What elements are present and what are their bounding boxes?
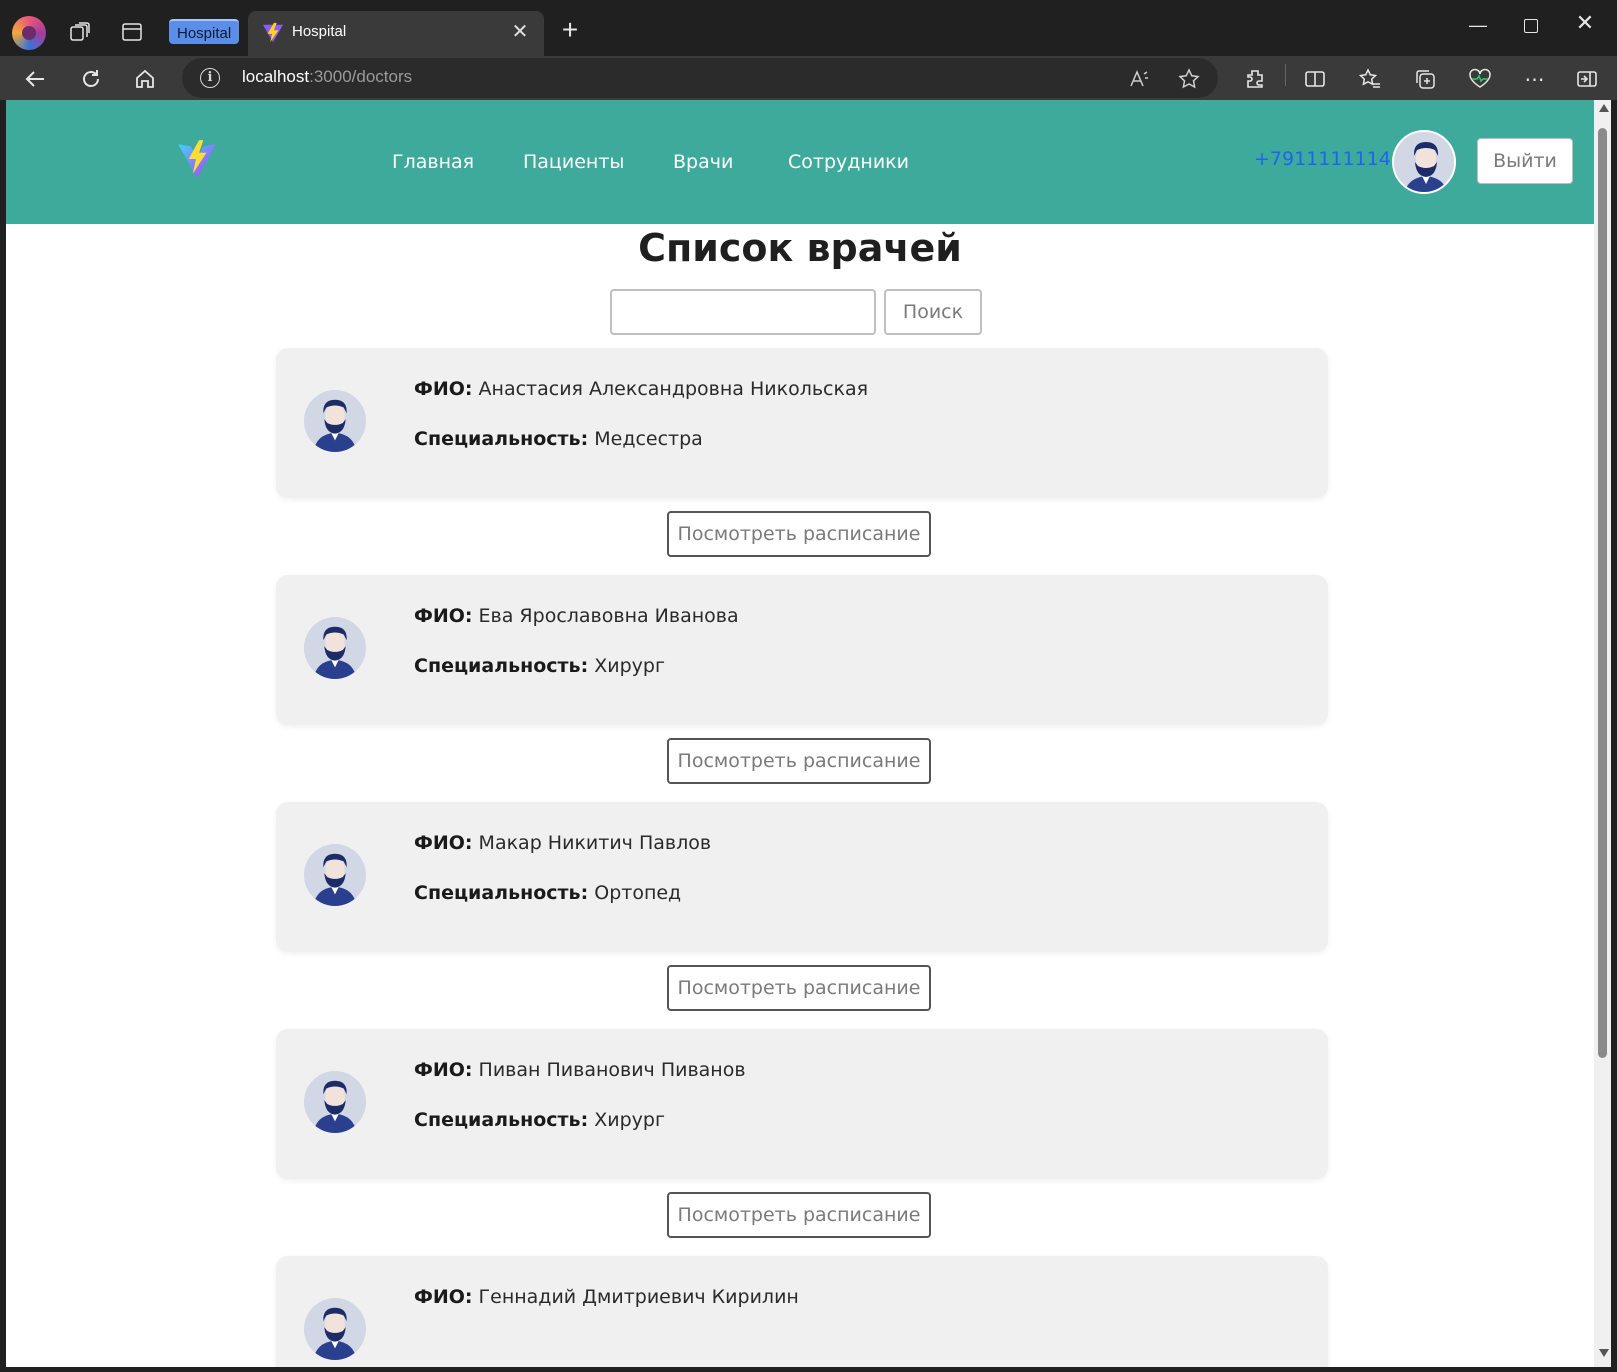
refresh-icon[interactable] (74, 62, 108, 96)
sidebar-toggle-icon[interactable] (1572, 64, 1602, 94)
nav-link-patients[interactable]: Пациенты (523, 151, 624, 173)
back-arrow-icon[interactable] (18, 62, 52, 96)
doctor-name: ФИО: Анастасия Александровна Никольская (414, 378, 869, 400)
tab-group-label[interactable]: Hospital (169, 19, 240, 44)
favorite-star-icon[interactable] (1176, 66, 1202, 92)
collections-icon[interactable] (1410, 64, 1440, 94)
page-title: Список врачей (638, 226, 962, 270)
page-viewport: Главная Пациенты Врачи Сотрудники +79111… (6, 100, 1594, 1367)
close-window-icon[interactable]: ✕ (1570, 8, 1600, 38)
doctor-name: ФИО: Макар Никитич Павлов (414, 832, 712, 854)
extensions-icon[interactable] (1240, 64, 1270, 94)
doctor-specialty: Специальность: Хирург (414, 655, 665, 677)
doctor-specialty: Специальность: Ортопед (414, 882, 682, 904)
favorites-icon[interactable] (1355, 64, 1385, 94)
workspaces-icon[interactable] (66, 18, 94, 46)
scroll-down-arrow-icon[interactable] (1599, 1349, 1609, 1357)
address-bar[interactable]: i localhost:3000/doctors (182, 58, 1218, 98)
doctor-avatar (304, 617, 366, 679)
doctor-avatar (304, 1071, 366, 1133)
split-screen-icon[interactable] (1300, 64, 1330, 94)
search-input[interactable] (610, 289, 876, 335)
tab-title: Hospital (292, 23, 347, 40)
new-tab-icon[interactable]: + (555, 16, 585, 46)
url-text[interactable]: localhost:3000/doctors (242, 67, 412, 87)
doctor-card: ФИО: Ева Ярославовна Иванова Специальнос… (276, 575, 1328, 725)
maximize-icon[interactable] (1515, 10, 1545, 40)
doctor-card: ФИО: Анастасия Александровна Никольская … (276, 348, 1328, 498)
read-aloud-icon[interactable] (1126, 66, 1152, 92)
browser-essentials-icon[interactable] (1465, 64, 1495, 94)
nav-link-staff[interactable]: Сотрудники (788, 151, 909, 173)
logout-button[interactable]: Выйти (1477, 138, 1573, 184)
view-schedule-button[interactable]: Посмотреть расписание (667, 965, 931, 1011)
doctor-card: ФИО: Пиван Пиванович Пиванов Специальнос… (276, 1029, 1328, 1179)
close-tab-icon[interactable]: ✕ (508, 20, 532, 44)
app-header: Главная Пациенты Врачи Сотрудники +79111… (6, 100, 1594, 224)
doctor-card: ФИО: Макар Никитич Павлов Специальность:… (276, 802, 1328, 952)
home-icon[interactable] (128, 62, 162, 96)
profile-avatar-icon[interactable] (12, 16, 46, 50)
nav-link-home[interactable]: Главная (392, 151, 474, 173)
active-tab[interactable]: Hospital ✕ (248, 11, 544, 56)
user-phone-link[interactable]: +7911111114 (1254, 148, 1391, 170)
doctor-name: ФИО: Ева Ярославовна Иванова (414, 605, 739, 627)
doctor-avatar (304, 1298, 366, 1360)
site-info-icon[interactable]: i (200, 68, 220, 88)
user-avatar[interactable] (1392, 130, 1456, 194)
search-button[interactable]: Поиск (884, 289, 982, 335)
more-options-icon[interactable]: ⋯ (1520, 64, 1550, 94)
doctor-card: ФИО: Геннадий Дмитриевич Кирилин (276, 1256, 1328, 1367)
doctor-name: ФИО: Геннадий Дмитриевич Кирилин (414, 1286, 799, 1308)
doctor-name: ФИО: Пиван Пиванович Пиванов (414, 1059, 746, 1081)
vite-favicon-icon (262, 22, 284, 43)
view-schedule-button[interactable]: Посмотреть расписание (667, 1192, 931, 1238)
toolbar-separator (1285, 64, 1286, 86)
nav-link-doctors[interactable]: Врачи (673, 151, 733, 173)
doctor-avatar (304, 844, 366, 906)
minimize-icon[interactable]: — (1463, 10, 1493, 40)
doctor-specialty: Специальность: Хирург (414, 1109, 665, 1131)
browser-tab-strip: Hospital Hospital ✕ + — ✕ (0, 0, 1617, 56)
view-schedule-button[interactable]: Посмотреть расписание (667, 738, 931, 784)
scrollbar-thumb[interactable] (1598, 128, 1607, 1058)
view-schedule-button[interactable]: Посмотреть расписание (667, 511, 931, 557)
browser-toolbar: i localhost:3000/doctors ⋯ (0, 56, 1617, 100)
doctor-avatar (304, 390, 366, 452)
doctor-specialty: Специальность: Медсестра (414, 428, 703, 450)
vite-logo-icon[interactable] (176, 138, 218, 180)
vertical-tabs-icon[interactable] (118, 18, 146, 46)
scroll-up-arrow-icon[interactable] (1599, 104, 1609, 112)
